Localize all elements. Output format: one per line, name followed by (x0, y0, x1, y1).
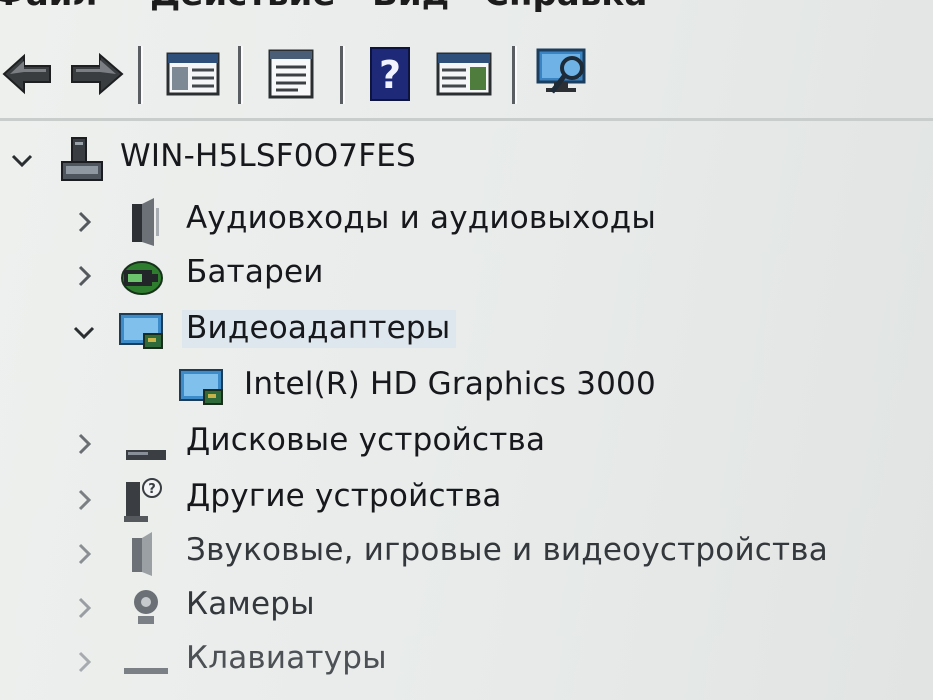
tree-item-other-devices[interactable]: ? Другие устройства (0, 474, 933, 528)
help-icon: ? (370, 47, 410, 101)
chevron-down-icon[interactable] (72, 320, 96, 344)
console-tree-button[interactable] (162, 46, 224, 102)
battery-icon (121, 261, 163, 295)
svg-text:?: ? (379, 53, 401, 97)
tree-item-batteries[interactable]: Батареи (0, 250, 933, 304)
tree-item-audio-inputs-outputs[interactable]: Аудиовходы и аудиовыходы (0, 196, 933, 250)
device-manager-window: Файл Действие Вид Справка (0, 0, 933, 700)
sound-video-game-icon (132, 532, 152, 576)
chevron-right-icon[interactable] (72, 596, 96, 620)
menu-help[interactable]: Справка (484, 0, 647, 14)
tree-item-disk-drives[interactable]: Дисковые устройства (0, 418, 933, 472)
toolbar-separator (340, 46, 345, 104)
menu-file[interactable]: Файл (0, 0, 97, 14)
tree-item-cameras[interactable]: Камеры (0, 582, 933, 636)
tree-item-intel-hd-graphics-3000[interactable]: Intel(R) HD Graphics 3000 (0, 362, 933, 416)
tree-item-label: Другие устройства (186, 478, 502, 514)
disk-drive-icon (126, 450, 166, 460)
forward-button[interactable] (66, 46, 126, 102)
scan-hardware-button[interactable] (532, 46, 596, 102)
chevron-down-icon[interactable] (10, 148, 34, 172)
properties-button[interactable] (260, 46, 320, 102)
chevron-right-icon[interactable] (72, 650, 96, 674)
tree-item-sound-video-game[interactable]: Звуковые, игровые и видеоустройства (0, 528, 933, 582)
tree-item-label: Дисковые устройства (186, 422, 546, 458)
tree-item-keyboards[interactable]: Клавиатуры (0, 636, 933, 690)
device-tree: WIN-H5LSF0O7FES Аудиовходы и аудиовыходы (0, 126, 933, 700)
svg-text:?: ? (148, 482, 156, 497)
chevron-right-icon[interactable] (72, 210, 96, 234)
display-adapter-icon (179, 369, 223, 405)
tree-item-label: Батареи (186, 254, 324, 290)
display-adapter-icon (119, 313, 163, 349)
toolbar-divider (0, 118, 933, 121)
speaker-icon (132, 198, 159, 246)
action-pane-button[interactable] (432, 46, 496, 102)
chevron-right-icon[interactable] (72, 264, 96, 288)
chevron-right-icon[interactable] (72, 488, 96, 512)
back-icon (2, 53, 51, 95)
menu-view[interactable]: Вид (372, 0, 449, 14)
toolbar-separator (512, 46, 517, 104)
forward-icon (71, 52, 124, 96)
tree-item-label: Видеоадаптеры (182, 310, 457, 348)
menu-bar: Файл Действие Вид Справка (0, 0, 933, 14)
show-hide-action-pane-icon (436, 52, 492, 96)
chevron-right-icon[interactable] (72, 432, 96, 456)
keyboard-icon (124, 668, 168, 674)
tree-item-label: Intel(R) HD Graphics 3000 (244, 366, 656, 402)
toolbar-separator (138, 46, 143, 104)
properties-icon (268, 49, 314, 99)
scan-hardware-changes-icon (536, 48, 586, 94)
toolbar-separator (238, 46, 243, 104)
chevron-right-icon[interactable] (72, 542, 96, 566)
tree-item-label: Клавиатуры (186, 640, 387, 676)
toolbar: ? (0, 38, 933, 110)
tree-item-label: Камеры (186, 586, 315, 622)
menu-action[interactable]: Действие (150, 0, 335, 14)
tree-item-label: Аудиовходы и аудиовыходы (186, 200, 657, 236)
back-button[interactable] (0, 46, 56, 102)
camera-icon (134, 590, 158, 624)
tree-root-label: WIN-H5LSF0O7FES (120, 138, 416, 174)
show-hide-console-tree-icon (166, 52, 220, 96)
tree-item-label: Звуковые, игровые и видеоустройства (186, 532, 828, 568)
unknown-device-icon: ? (124, 478, 162, 522)
help-button[interactable]: ? (362, 46, 418, 102)
computer-icon (61, 137, 103, 181)
tree-root[interactable]: WIN-H5LSF0O7FES (0, 134, 933, 188)
tree-item-display-adapters[interactable]: Видеоадаптеры (0, 306, 933, 360)
